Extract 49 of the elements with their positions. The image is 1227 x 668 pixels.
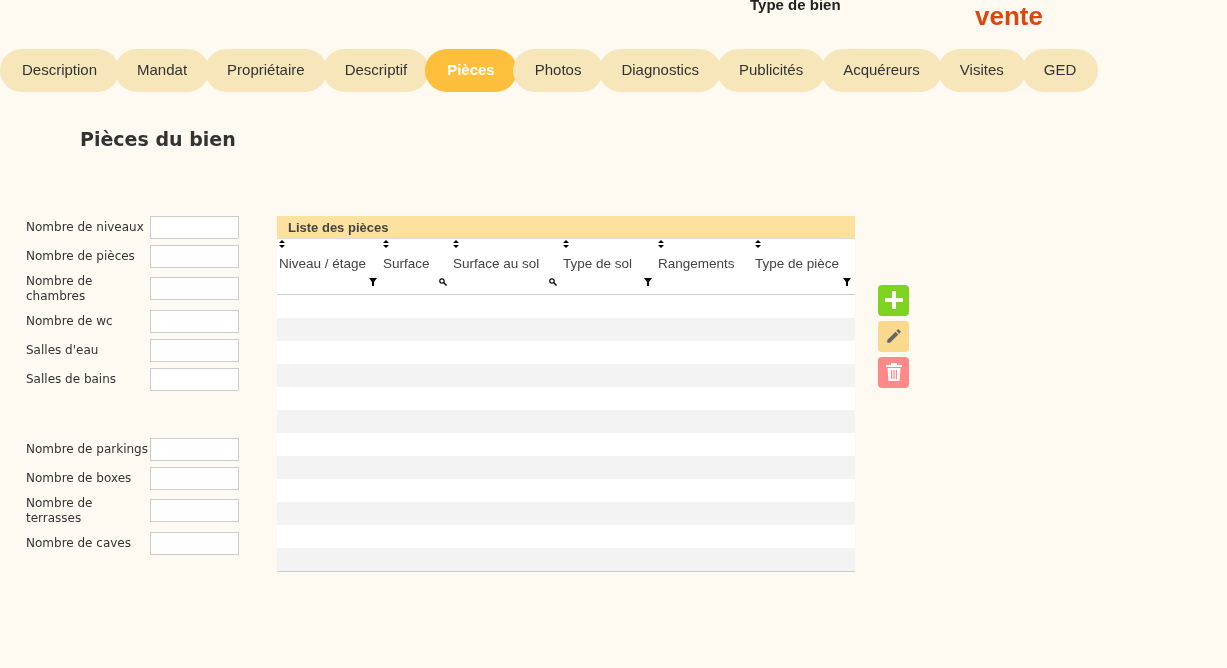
column-header[interactable]: Niveau / étage <box>277 238 381 294</box>
input-field[interactable] <box>150 437 239 461</box>
pencil-icon <box>884 327 903 345</box>
column-header[interactable]: Type de pièce <box>753 238 855 294</box>
field-label: Nombre de pièces <box>26 248 136 264</box>
tab[interactable]: Acquéreurs <box>821 49 942 92</box>
filter-icon[interactable] <box>843 277 851 286</box>
field-label: Salles d'eau <box>26 342 100 358</box>
edit-button[interactable] <box>878 320 909 352</box>
tab[interactable]: Visites <box>937 49 1026 92</box>
filter-icon[interactable] <box>369 277 377 286</box>
column-header[interactable]: Type de sol <box>561 238 656 294</box>
field-label: Nombre de caves <box>26 535 132 551</box>
input-field[interactable] <box>150 244 239 268</box>
sort-icon[interactable] <box>383 239 389 248</box>
filter-icon[interactable] <box>644 277 652 286</box>
column-header[interactable]: Surface <box>381 238 451 294</box>
input-field[interactable] <box>150 309 239 333</box>
search-icon[interactable] <box>549 277 557 286</box>
input-field[interactable] <box>150 215 239 239</box>
plus-icon <box>883 290 904 310</box>
table-title: Liste des pièces <box>277 215 855 239</box>
column-header[interactable]: Rangements <box>656 238 753 294</box>
sort-icon[interactable] <box>658 239 664 248</box>
field-label: Nombre de boxes <box>26 470 133 486</box>
input-field[interactable] <box>150 531 239 555</box>
trash-icon <box>884 362 903 382</box>
column-header[interactable]: Surface au sol <box>451 238 561 294</box>
input-field[interactable] <box>150 466 239 490</box>
tab[interactable]: Diagnostics <box>599 49 721 92</box>
search-icon[interactable] <box>439 277 447 286</box>
field-label: Salles de bains <box>26 371 118 387</box>
input-field[interactable] <box>150 277 239 300</box>
field-label: Nombre de terrasses <box>26 495 94 526</box>
sort-icon[interactable] <box>755 239 761 248</box>
field-label: Nombre de niveaux <box>26 219 145 235</box>
field-label: Nombre de parkings <box>26 441 149 457</box>
field-label: Nombre de wc <box>26 313 114 329</box>
tab[interactable]: Propriétaire <box>205 49 327 92</box>
input-field[interactable] <box>150 338 239 362</box>
sort-icon[interactable] <box>453 239 459 248</box>
sort-icon[interactable] <box>279 239 285 248</box>
input-field[interactable] <box>150 499 239 522</box>
tab[interactable]: GED <box>1021 49 1099 92</box>
sort-icon[interactable] <box>563 239 569 248</box>
field-label: Nombre de chambres <box>26 273 94 304</box>
input-field[interactable] <box>150 367 239 391</box>
property-type-value: vente <box>975 3 1043 29</box>
section-title: Pièces du bien <box>80 127 236 152</box>
